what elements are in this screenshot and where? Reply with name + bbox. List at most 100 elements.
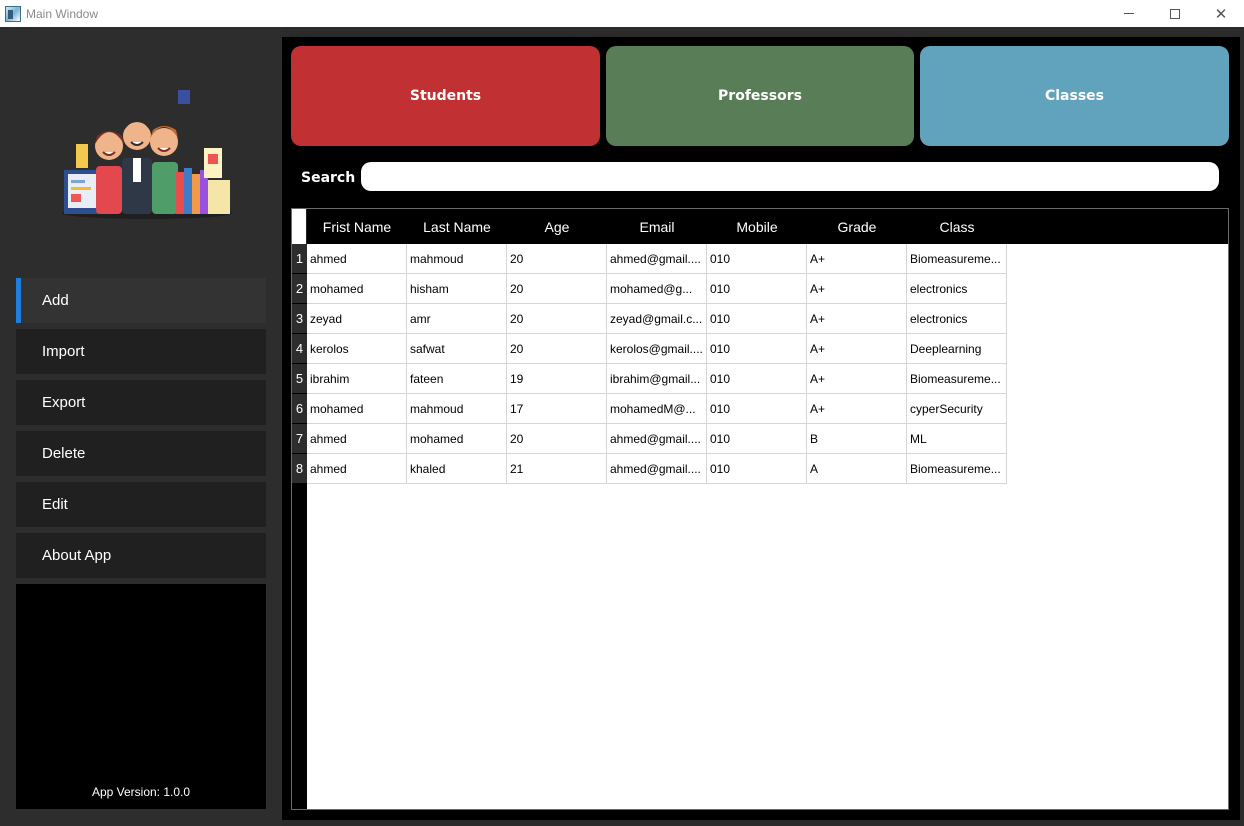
- column-header-class[interactable]: Class: [907, 209, 1007, 244]
- table-cell[interactable]: 010: [707, 454, 807, 484]
- table-cell[interactable]: ahmed: [307, 454, 407, 484]
- maximize-button[interactable]: [1152, 0, 1198, 27]
- table-row[interactable]: ibrahim fateen 19 ibrahim@gmail... 010 A+ Biom…: [307, 364, 1007, 394]
- table-cell[interactable]: 20: [507, 274, 607, 304]
- table-cell[interactable]: amr: [407, 304, 507, 334]
- table-cell[interactable]: ML: [907, 424, 1007, 454]
- table-row[interactable]: ahmed mahmoud 20 ahmed@gmail.... 010 A+ Biomea…: [307, 244, 1007, 274]
- classes-button[interactable]: Classes: [920, 46, 1229, 146]
- table-cell[interactable]: mohamed: [307, 394, 407, 424]
- column-header-mobile[interactable]: Mobile: [707, 209, 807, 244]
- table-cell[interactable]: Biomeasureme...: [907, 364, 1007, 394]
- table-cell[interactable]: A: [807, 454, 907, 484]
- table-cell[interactable]: ahmed@gmail....: [607, 424, 707, 454]
- row-number[interactable]: 7: [292, 424, 307, 454]
- table-cell[interactable]: mohamed@g...: [607, 274, 707, 304]
- export-button[interactable]: Export: [16, 380, 266, 425]
- table-cell[interactable]: mahmoud: [407, 394, 507, 424]
- table-cell[interactable]: 20: [507, 244, 607, 274]
- table-cell[interactable]: 010: [707, 274, 807, 304]
- table-cell[interactable]: electronics: [907, 274, 1007, 304]
- minimize-button[interactable]: [1106, 0, 1152, 27]
- table-cell[interactable]: mohamed: [407, 424, 507, 454]
- students-table[interactable]: Frist Name Last Name Age Email Mobile Gr…: [291, 208, 1229, 810]
- row-number[interactable]: 8: [292, 454, 307, 484]
- people-illustration-logo: [62, 90, 232, 219]
- row-number[interactable]: 6: [292, 394, 307, 424]
- row-number[interactable]: 5: [292, 364, 307, 394]
- table-cell[interactable]: mohamedM@...: [607, 394, 707, 424]
- table-cell[interactable]: safwat: [407, 334, 507, 364]
- table-row[interactable]: zeyad amr 20 zeyad@gmail.c... 010 A+ electroni…: [307, 304, 1007, 334]
- table-row[interactable]: ahmed mohamed 20 ahmed@gmail.... 010 B ML: [307, 424, 1007, 454]
- title-bar: Main Window ✕: [0, 0, 1244, 27]
- table-cell[interactable]: fateen: [407, 364, 507, 394]
- row-number[interactable]: 4: [292, 334, 307, 364]
- table-cell[interactable]: ahmed: [307, 424, 407, 454]
- table-cell[interactable]: 010: [707, 334, 807, 364]
- table-row[interactable]: mohamed hisham 20 mohamed@g... 010 A+ electron…: [307, 274, 1007, 304]
- row-number[interactable]: 2: [292, 274, 307, 304]
- table-row[interactable]: kerolos safwat 20 kerolos@gmail.... 010 A+ Dee…: [307, 334, 1007, 364]
- table-cell[interactable]: kerolos: [307, 334, 407, 364]
- table-cell[interactable]: zeyad@gmail.c...: [607, 304, 707, 334]
- table-cell[interactable]: 010: [707, 304, 807, 334]
- table-row[interactable]: mohamed mahmoud 17 mohamedM@... 010 A+ cyperSe…: [307, 394, 1007, 424]
- table-cell[interactable]: Biomeasureme...: [907, 244, 1007, 274]
- table-cell[interactable]: 20: [507, 334, 607, 364]
- edit-button[interactable]: Edit: [16, 482, 266, 527]
- table-cell[interactable]: ibrahim: [307, 364, 407, 394]
- column-header-grade[interactable]: Grade: [807, 209, 907, 244]
- maximize-icon: [1170, 8, 1180, 19]
- table-cell[interactable]: A+: [807, 364, 907, 394]
- table-cell[interactable]: Biomeasureme...: [907, 454, 1007, 484]
- table-cell[interactable]: A+: [807, 274, 907, 304]
- table-cell[interactable]: 010: [707, 244, 807, 274]
- table-cell[interactable]: zeyad: [307, 304, 407, 334]
- add-button[interactable]: Add: [16, 278, 266, 323]
- search-input[interactable]: [361, 162, 1219, 191]
- students-button[interactable]: Students: [291, 46, 600, 146]
- table-cell[interactable]: 19: [507, 364, 607, 394]
- table-cell[interactable]: electronics: [907, 304, 1007, 334]
- table-cell[interactable]: ahmed@gmail....: [607, 244, 707, 274]
- table-cell[interactable]: hisham: [407, 274, 507, 304]
- table-corner[interactable]: [292, 209, 307, 244]
- main-panel: Students Professors Classes Search : Fri…: [282, 37, 1240, 820]
- professors-button[interactable]: Professors: [606, 46, 914, 146]
- table-cell[interactable]: 20: [507, 424, 607, 454]
- table-cell[interactable]: kerolos@gmail....: [607, 334, 707, 364]
- row-number[interactable]: 1: [292, 244, 307, 274]
- version-panel: App Version: 1.0.0: [16, 584, 266, 809]
- table-cell[interactable]: 010: [707, 394, 807, 424]
- table-cell[interactable]: A+: [807, 394, 907, 424]
- table-cell[interactable]: 20: [507, 304, 607, 334]
- column-header-last-name[interactable]: Last Name: [407, 209, 507, 244]
- table-cell[interactable]: ibrahim@gmail...: [607, 364, 707, 394]
- column-header-age[interactable]: Age: [507, 209, 607, 244]
- table-cell[interactable]: mohamed: [307, 274, 407, 304]
- table-cell[interactable]: ahmed@gmail....: [607, 454, 707, 484]
- delete-button[interactable]: Delete: [16, 431, 266, 476]
- table-cell[interactable]: A+: [807, 244, 907, 274]
- search-label: Search :: [301, 170, 366, 186]
- table-cell[interactable]: A+: [807, 334, 907, 364]
- table-cell[interactable]: ahmed: [307, 244, 407, 274]
- table-cell[interactable]: 010: [707, 364, 807, 394]
- column-header-email[interactable]: Email: [607, 209, 707, 244]
- table-row[interactable]: ahmed khaled 21 ahmed@gmail.... 010 A Biomeasu…: [307, 454, 1007, 484]
- row-number[interactable]: 3: [292, 304, 307, 334]
- table-cell[interactable]: 21: [507, 454, 607, 484]
- table-cell[interactable]: khaled: [407, 454, 507, 484]
- table-cell[interactable]: 17: [507, 394, 607, 424]
- about-app-button[interactable]: About App: [16, 533, 266, 578]
- table-cell[interactable]: 010: [707, 424, 807, 454]
- table-cell[interactable]: A+: [807, 304, 907, 334]
- close-button[interactable]: ✕: [1198, 0, 1244, 27]
- table-cell[interactable]: Deeplearning: [907, 334, 1007, 364]
- table-cell[interactable]: cyperSecurity: [907, 394, 1007, 424]
- import-button[interactable]: Import: [16, 329, 266, 374]
- table-cell[interactable]: mahmoud: [407, 244, 507, 274]
- table-cell[interactable]: B: [807, 424, 907, 454]
- column-header-first-name[interactable]: Frist Name: [307, 209, 407, 244]
